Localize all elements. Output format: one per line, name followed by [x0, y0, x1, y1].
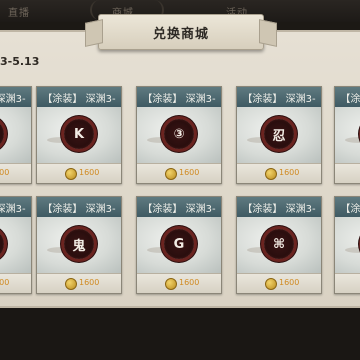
card-header: 【涂装】 深渊3- [37, 87, 121, 107]
emblem-icon: 忍 [264, 119, 294, 149]
item-art: ⌘ [237, 217, 321, 273]
item-price: 1600 [279, 278, 300, 287]
item-price: 1600 [0, 278, 10, 287]
shop-item-card[interactable]: 【涂装】 深渊3- ▣ 1600 [0, 196, 32, 294]
card-header: 【涂装】 深渊3- [0, 87, 31, 107]
price-bar: 1600 [137, 163, 221, 183]
card-header: 【涂装】 深渊3- [137, 87, 221, 107]
shop-item-card[interactable]: 【涂装】 深渊3- ⌘ 1600 [236, 196, 322, 294]
card-header: 【涂装】 深渊3- [237, 197, 321, 217]
page-title: 兑换商城 [152, 27, 209, 42]
coin-icon [65, 278, 77, 290]
coin-icon [265, 278, 277, 290]
item-label: 【涂装】 深渊3- [0, 94, 26, 105]
bottom-dark-area [0, 308, 360, 360]
item-price: 1600 [0, 168, 10, 177]
item-label: 【涂装】 深渊3- [340, 204, 360, 215]
item-label: 【涂装】 深渊3- [340, 94, 360, 105]
shop-item-card[interactable]: 【涂装】 深渊3- ③ 1600 [136, 86, 222, 184]
item-art: G [137, 217, 221, 273]
emblem-icon: ③ [164, 119, 194, 149]
price-bar: 1600 [137, 273, 221, 293]
item-label: 【涂装】 深渊3- [242, 204, 316, 215]
price-bar: 1600 [37, 163, 121, 183]
item-label: 【涂装】 深渊3- [42, 94, 116, 105]
price-bar: 1600 [37, 273, 121, 293]
shop-item-card[interactable]: 【涂装】 深渊3- 忍 1600 [236, 86, 322, 184]
shop-item-card[interactable]: 【涂装】 深渊3- ◆ 1600 [334, 86, 360, 184]
price-bar: 1600 [237, 163, 321, 183]
item-art: 忍 [237, 107, 321, 163]
item-art: 鬼 [37, 217, 121, 273]
emblem-icon: ⌘ [264, 229, 294, 259]
card-header: 【涂装】 深渊3- [37, 197, 121, 217]
item-art: ◈ [335, 217, 360, 273]
item-art: ③ [137, 107, 221, 163]
card-header: 【涂装】 深渊3- [335, 87, 360, 107]
item-price: 1600 [79, 278, 100, 287]
card-header: 【涂装】 深渊3- [0, 197, 31, 217]
date-range: 3-5.13 [0, 55, 40, 68]
item-price: 1600 [279, 168, 300, 177]
tab-live[interactable]: 直播 [8, 4, 30, 19]
card-header: 【涂装】 深渊3- [335, 197, 360, 217]
price-bar: 1600 [0, 163, 31, 183]
emblem-icon: V [0, 119, 4, 149]
item-label: 【涂装】 深渊3- [242, 94, 316, 105]
card-header: 【涂装】 深渊3- [137, 197, 221, 217]
item-art: ▣ [0, 217, 31, 273]
shop-item-card[interactable]: 【涂装】 深渊3- 鬼 1600 [36, 196, 122, 294]
item-label: 【涂装】 深渊3- [42, 204, 116, 215]
shop-item-card[interactable]: 【涂装】 深渊3- ◈ 1600 [334, 196, 360, 294]
item-label: 【涂装】 深渊3- [0, 204, 26, 215]
title-banner: 兑换商城 [98, 14, 264, 50]
price-bar: 1600 [0, 273, 31, 293]
emblem-icon: 鬼 [64, 229, 94, 259]
shop-item-card[interactable]: 【涂装】 深渊3- G 1600 [136, 196, 222, 294]
coin-icon [65, 168, 77, 180]
emblem-icon: K [64, 119, 94, 149]
emblem-icon: G [164, 229, 194, 259]
item-label: 【涂装】 深渊3- [142, 94, 216, 105]
price-bar: 1600 [237, 273, 321, 293]
coin-icon [265, 168, 277, 180]
emblem-icon: ▣ [0, 229, 4, 259]
item-art: V [0, 107, 31, 163]
item-price: 1600 [179, 278, 200, 287]
item-price: 1600 [179, 168, 200, 177]
item-art: K [37, 107, 121, 163]
item-art: ◆ [335, 107, 360, 163]
item-label: 【涂装】 深渊3- [142, 204, 216, 215]
card-header: 【涂装】 深渊3- [237, 87, 321, 107]
coin-icon [165, 278, 177, 290]
price-bar: 1600 [335, 273, 360, 293]
coin-icon [165, 168, 177, 180]
shop-item-card[interactable]: 【涂装】 深渊3- V 1600 [0, 86, 32, 184]
item-price: 1600 [79, 168, 100, 177]
price-bar: 1600 [335, 163, 360, 183]
screen: 直播 商城 活动 兑换商城 3-5.13 【涂装】 深渊3- V 1600 【涂… [0, 0, 360, 360]
shop-item-card[interactable]: 【涂装】 深渊3- K 1600 [36, 86, 122, 184]
